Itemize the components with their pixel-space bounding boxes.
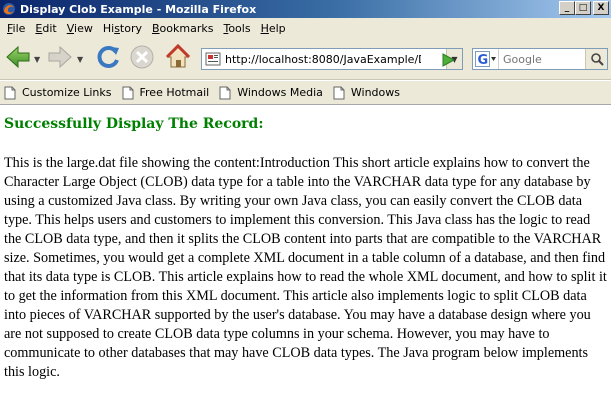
stop-button[interactable] [128,43,156,71]
firefox-icon [2,2,16,16]
home-icon [165,43,191,68]
search-bar[interactable]: G [472,48,608,70]
google-icon: G [474,51,496,67]
menu-bar: File Edit View History Bookmarks Tools H… [0,18,611,38]
back-history-dropdown[interactable]: ▼ [34,55,40,64]
page-icon [205,51,221,67]
navigation-toolbar: ▼ ▼ http://localhost:8080/JavaExample/Di… [0,38,611,80]
page-heading: Successfully Display The Record: [4,116,264,132]
forward-button[interactable] [46,43,74,71]
page-icon [4,86,16,100]
menu-history[interactable]: History [100,22,149,35]
search-engine-selector[interactable]: G [473,49,499,69]
reload-button[interactable] [94,43,122,71]
menu-tools[interactable]: Tools [220,22,257,35]
bookmark-label: Windows Media [237,86,323,99]
window-title: Display Clob Example - Mozilla Firefox [20,2,257,16]
forward-history-dropdown[interactable]: ▼ [77,55,83,64]
back-button[interactable] [4,43,32,71]
menu-help[interactable]: Help [258,22,293,35]
url-input[interactable] [225,52,421,66]
forward-icon [48,45,72,69]
reload-icon [97,46,119,68]
window-controls: _ □ X [559,1,609,15]
page-content: Successfully Display The Record: This is… [0,106,611,406]
address-bar[interactable]: ▼ [201,48,463,70]
bookmark-label: Windows [350,86,400,99]
bookmark-customize-links[interactable]: Customize Links [4,86,112,100]
clob-content-text: This is the large.dat file showing the c… [4,155,607,380]
go-button[interactable] [440,52,456,71]
bookmark-windows[interactable]: Windows [333,86,400,100]
menu-view[interactable]: View [64,22,100,35]
magnifier-icon [590,53,604,66]
stop-icon [130,45,154,69]
search-input[interactable] [499,52,579,66]
menu-edit[interactable]: Edit [32,22,63,35]
page-icon [122,86,134,100]
close-button[interactable]: X [593,1,609,15]
minimize-button[interactable]: _ [559,1,575,15]
back-icon [6,45,30,69]
bookmark-label: Customize Links [22,86,112,99]
menu-file[interactable]: File [4,22,32,35]
home-button[interactable] [164,43,192,71]
bookmark-free-hotmail[interactable]: Free Hotmail [122,86,210,100]
maximize-button[interactable]: □ [575,1,591,15]
title-bar: Display Clob Example - Mozilla Firefox _… [0,0,611,18]
go-icon [442,53,456,67]
page-icon [333,86,345,100]
menu-bookmarks[interactable]: Bookmarks [149,22,220,35]
search-button[interactable] [585,49,607,69]
bookmark-label: Free Hotmail [139,86,210,99]
page-icon [219,86,231,100]
svg-text:G: G [477,53,488,67]
bookmark-windows-media[interactable]: Windows Media [219,86,323,100]
bookmarks-toolbar: Customize Links Free Hotmail Windows Med… [0,81,611,105]
